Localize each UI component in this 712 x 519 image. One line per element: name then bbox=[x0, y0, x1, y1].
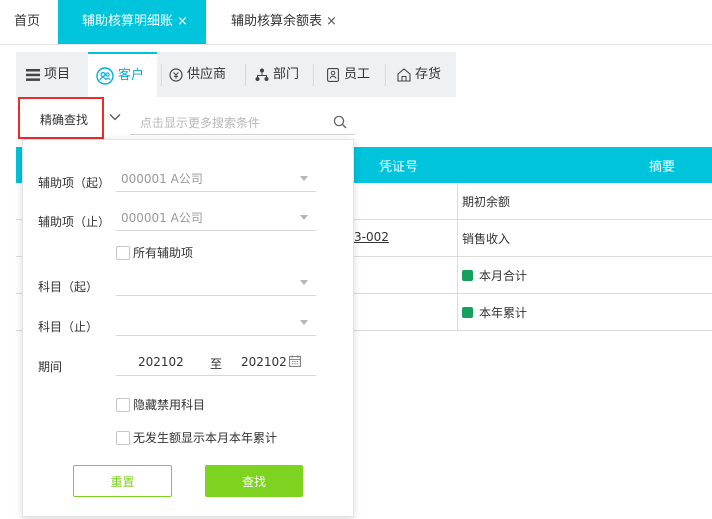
chevron-down-icon[interactable] bbox=[108, 112, 122, 122]
no-amount-checkbox[interactable] bbox=[116, 430, 130, 445]
summary-cell: 期初余额 bbox=[462, 193, 510, 210]
tab-department-label: 部门 bbox=[273, 67, 300, 82]
aux-to-select[interactable]: 000001 A公司 bbox=[116, 205, 316, 231]
warehouse-icon bbox=[397, 67, 411, 82]
summary-text: 本年累计 bbox=[479, 306, 528, 320]
summary-text: 本月合计 bbox=[479, 269, 528, 283]
aux-to-label: 辅助项（止） bbox=[38, 215, 111, 229]
department-icon bbox=[255, 68, 269, 82]
dropdown-arrow-icon bbox=[300, 176, 308, 181]
find-button[interactable]: 查找 bbox=[205, 465, 303, 497]
tab-department[interactable]: 部门 bbox=[255, 52, 299, 97]
summary-cell: 销售收入 bbox=[462, 230, 510, 247]
summary-cell: 本年累计 bbox=[462, 304, 527, 321]
search-conditions-panel: 辅助项（起） 000001 A公司 辅助项（止） 000001 A公司 所有辅助… bbox=[22, 139, 354, 517]
tab-project-label: 项目 bbox=[44, 67, 71, 82]
tab-employee-label: 员工 bbox=[344, 67, 371, 82]
period-label: 期间 bbox=[38, 360, 63, 374]
no-amount-checkbox-row[interactable]: 无发生额显示本月本年累计 bbox=[116, 429, 277, 446]
aux-from-label: 辅助项（起） bbox=[38, 176, 111, 190]
tab-aux-detail-ledger[interactable]: 辅助核算明细账 × bbox=[58, 0, 206, 44]
tab-aux-balance-sheet[interactable]: 辅助核算余额表 × bbox=[206, 0, 366, 44]
search-input[interactable] bbox=[130, 111, 355, 135]
dropdown-arrow-icon bbox=[300, 320, 308, 325]
summary-cell: 本月合计 bbox=[462, 267, 527, 284]
supplier-icon bbox=[169, 67, 183, 82]
dropdown-arrow-icon bbox=[300, 215, 308, 220]
period-range-picker[interactable]: 202102 至 202102 bbox=[116, 350, 316, 376]
list-icon bbox=[26, 68, 40, 82]
hide-disabled-label: 隐藏禁用科目 bbox=[133, 398, 206, 412]
reset-button[interactable]: 重置 bbox=[73, 465, 172, 497]
tab-inventory-label: 存货 bbox=[415, 67, 442, 82]
calendar-tag-icon bbox=[462, 270, 473, 281]
subject-from-label: 科目（起） bbox=[38, 280, 99, 294]
tab-customer-label: 客户 bbox=[118, 68, 145, 83]
no-amount-label: 无发生额显示本月本年累计 bbox=[133, 431, 278, 445]
voucher-link[interactable]: 3-002 bbox=[354, 230, 389, 244]
subject-to-label: 科目（止） bbox=[38, 320, 99, 334]
column-divider bbox=[457, 294, 458, 331]
search-icon[interactable] bbox=[333, 115, 347, 129]
all-aux-checkbox-row[interactable]: 所有辅助项 bbox=[116, 244, 193, 261]
tab-supplier-label: 供应商 bbox=[187, 67, 227, 82]
aux-to-value: 000001 A公司 bbox=[121, 211, 203, 225]
summary-text: 期初余额 bbox=[462, 195, 511, 209]
tab-home[interactable]: 首页 bbox=[0, 0, 56, 44]
top-tab-bar: 首页 辅助核算明细账 × 辅助核算余额表 × bbox=[0, 0, 712, 45]
column-header-summary: 摘要 bbox=[649, 160, 676, 175]
aux-from-select[interactable]: 000001 A公司 bbox=[116, 166, 316, 192]
period-to-separator: 至 bbox=[210, 357, 223, 371]
column-divider bbox=[457, 183, 458, 220]
tab-divider bbox=[385, 64, 386, 86]
tab-divider bbox=[161, 64, 162, 86]
calendar-tag-icon bbox=[462, 307, 473, 318]
tab-employee[interactable]: 员工 bbox=[326, 52, 370, 97]
tab-project[interactable]: 项目 bbox=[26, 52, 70, 97]
tab-divider bbox=[313, 64, 314, 86]
search-mode-selector[interactable]: 精确查找 bbox=[18, 97, 104, 139]
column-divider bbox=[457, 220, 458, 257]
hide-disabled-checkbox-row[interactable]: 隐藏禁用科目 bbox=[116, 396, 205, 413]
tab-inventory[interactable]: 存货 bbox=[397, 52, 441, 97]
column-header-voucher: 凭证号 bbox=[379, 160, 419, 175]
subject-from-select[interactable] bbox=[116, 270, 316, 296]
subject-to-select[interactable] bbox=[116, 310, 316, 336]
category-tab-bar: 项目 客户 供应商 部门 员工 存货 bbox=[16, 52, 456, 97]
close-icon[interactable]: × bbox=[177, 14, 188, 29]
aux-from-value: 000001 A公司 bbox=[121, 172, 203, 186]
customer-icon bbox=[96, 66, 114, 85]
all-aux-checkbox[interactable] bbox=[116, 245, 130, 260]
tab-aux-detail-ledger-label: 辅助核算明细账 bbox=[82, 14, 174, 29]
column-divider bbox=[457, 257, 458, 294]
all-aux-label: 所有辅助项 bbox=[133, 246, 194, 260]
search-mode-label: 精确查找 bbox=[40, 113, 89, 127]
calendar-icon[interactable] bbox=[289, 355, 301, 367]
tab-customer[interactable]: 客户 bbox=[88, 52, 157, 97]
hide-disabled-checkbox[interactable] bbox=[116, 397, 130, 412]
summary-text: 销售收入 bbox=[462, 232, 511, 246]
period-to-value[interactable]: 202102 bbox=[241, 355, 287, 369]
employee-icon bbox=[326, 67, 340, 82]
period-from-value[interactable]: 202102 bbox=[138, 355, 184, 369]
close-icon[interactable]: × bbox=[326, 14, 337, 29]
tab-supplier[interactable]: 供应商 bbox=[169, 52, 226, 97]
dropdown-arrow-icon bbox=[300, 280, 308, 285]
tab-home-label: 首页 bbox=[14, 14, 41, 29]
tab-divider bbox=[245, 64, 246, 86]
tab-aux-balance-sheet-label: 辅助核算余额表 bbox=[231, 14, 323, 29]
